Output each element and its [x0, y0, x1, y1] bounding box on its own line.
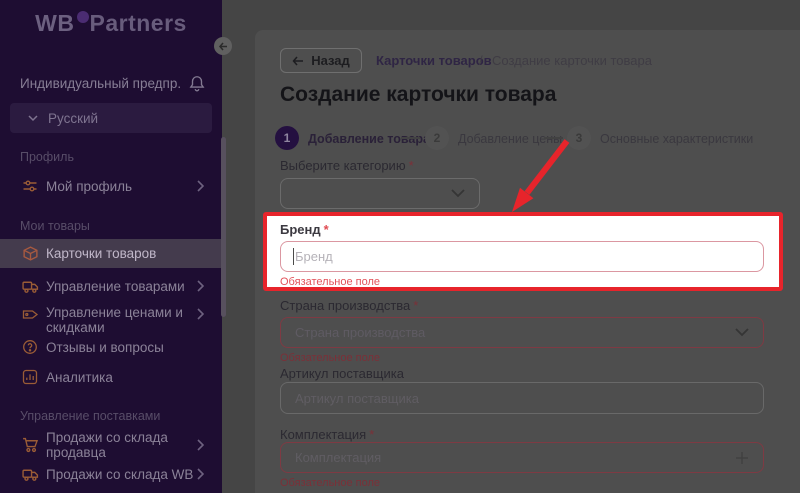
sidebar-scrollbar-thumb[interactable] [221, 137, 226, 317]
step-1-circle[interactable]: 1 [275, 126, 299, 150]
step-connector [401, 137, 420, 139]
sidebar-item-label: Аналитика [46, 369, 113, 385]
shopping-cart-icon [22, 437, 39, 454]
bundle-error-text: Обязательное поле [280, 477, 381, 489]
country-error-text: Обязательное поле [280, 352, 381, 364]
step-2-label: Добавление цены [458, 132, 563, 146]
step-1-label: Добавление товара [308, 132, 430, 146]
chevron-right-icon [197, 308, 204, 320]
price-tag-icon [22, 306, 39, 323]
article-label: Артикул поставщика [280, 366, 404, 381]
sidebar-item-label: Мой профиль [46, 178, 133, 194]
add-bundle-item-button[interactable] [735, 451, 749, 465]
sidebar-item-label: Продажи со склада WB [46, 466, 194, 482]
sidebar-item-label: Отзывы и вопросы [46, 339, 164, 355]
breadcrumb-parent[interactable]: Карточки товаров [376, 53, 492, 68]
chevron-right-icon [197, 439, 204, 451]
arrow-left-icon [219, 42, 227, 50]
sidebar-item-analytics[interactable]: Аналитика [0, 363, 222, 391]
country-label: Страна производства * [280, 298, 419, 313]
bundle-label: Комплектация * [280, 427, 375, 442]
logo-partners-text: Partners [89, 10, 187, 36]
truck-icon [22, 466, 39, 483]
sidebar: WB Partners Индивидуальный предпр... Рус… [0, 0, 222, 493]
sidebar-item-product-cards[interactable]: Карточки товаров [0, 239, 222, 268]
required-mark: * [408, 158, 414, 173]
sliders-icon [22, 178, 39, 195]
chevron-down-icon [451, 189, 465, 198]
logo-dot-icon [76, 10, 89, 23]
category-select[interactable] [280, 178, 480, 209]
chevron-down-icon [28, 114, 38, 121]
breadcrumb-separator: / [479, 53, 483, 68]
country-select-placeholder: Страна производства [295, 325, 426, 340]
brand-input[interactable] [280, 241, 764, 272]
bundle-field [280, 442, 764, 473]
truck-icon [22, 278, 39, 295]
required-mark: * [323, 222, 329, 237]
chevron-right-icon [197, 280, 204, 292]
logo-wb-text: WB [35, 10, 75, 36]
sidebar-item-reviews-questions[interactable]: Отзывы и вопросы [0, 333, 222, 361]
chevron-down-icon [735, 328, 749, 337]
chevron-right-icon [197, 180, 204, 192]
user-name: Индивидуальный предпр... [20, 76, 180, 91]
sidebar-item-sales-wb-warehouse[interactable]: Продажи со склада WB [0, 460, 222, 488]
brand-error-text: Обязательное поле [280, 276, 381, 288]
section-title-profile: Профиль [20, 150, 74, 164]
step-3-label: Основные характеристики [600, 132, 754, 146]
required-mark: * [369, 427, 375, 442]
notifications-bell-icon[interactable] [188, 74, 206, 93]
step-2-circle[interactable]: 2 [425, 126, 449, 150]
user-row: Индивидуальный предпр... [20, 74, 210, 93]
chevron-right-icon [197, 468, 204, 480]
back-button[interactable]: Назад [280, 48, 362, 73]
arrow-left-icon [292, 56, 304, 65]
breadcrumb-current: Создание карточки товара [492, 53, 652, 68]
bundle-input[interactable] [281, 443, 763, 472]
sidebar-collapse-button[interactable] [214, 37, 232, 55]
sidebar-item-sales-seller-warehouse[interactable]: Продажи со склада продавца [0, 430, 222, 460]
brand-highlight-annotation-box: Бренд* Обязательное поле [263, 212, 783, 291]
category-label: Выберите категорию * [280, 158, 414, 173]
text-cursor-caret [293, 248, 294, 265]
question-circle-icon [22, 339, 39, 356]
sidebar-item-goods-management[interactable]: Управление товарами [0, 272, 222, 300]
sidebar-item-label: Карточки товаров [46, 246, 157, 261]
package-box-icon [22, 245, 39, 262]
language-selector[interactable]: Русский [10, 103, 212, 133]
wb-partners-logo: WB Partners [0, 10, 222, 37]
sidebar-item-my-profile[interactable]: Мой профиль [0, 172, 222, 200]
required-mark: * [413, 298, 419, 313]
section-title-goods: Мои товары [20, 219, 90, 233]
sidebar-item-label: Продажи со склада продавца [46, 430, 168, 460]
sidebar-item-label: Управление ценами и скидками [46, 305, 183, 335]
back-button-label: Назад [311, 53, 350, 68]
step-connector [544, 137, 563, 139]
bar-chart-icon [22, 369, 39, 386]
language-label: Русский [48, 110, 99, 126]
section-title-supply: Управление поставками [20, 409, 161, 423]
country-select[interactable]: Страна производства [280, 317, 764, 348]
step-3-circle[interactable]: 3 [567, 126, 591, 150]
sidebar-item-label: Управление товарами [46, 278, 185, 294]
page-title: Создание карточки товара [280, 83, 557, 106]
plus-icon [736, 452, 748, 464]
article-input[interactable] [280, 382, 764, 414]
brand-label: Бренд * [280, 222, 329, 237]
